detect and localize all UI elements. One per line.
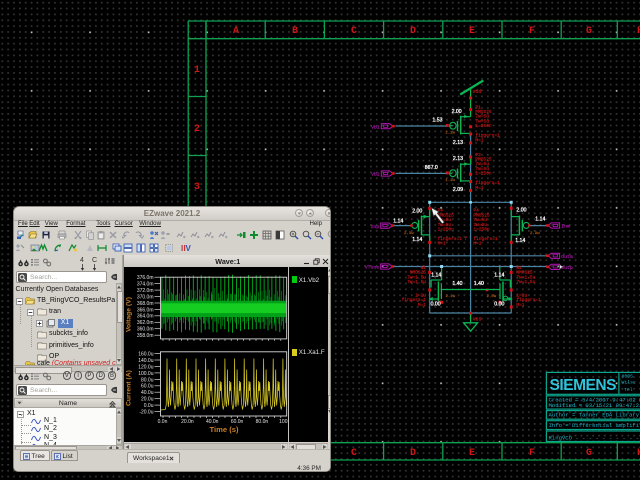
svg-text:364.0m: 364.0m [136, 313, 153, 319]
svg-text:SIEMENS: SIEMENS [550, 377, 617, 394]
svg-text:Time (s): Time (s) [209, 425, 238, 434]
svg-text:8005: 8005 [622, 374, 634, 380]
svg-text:RingVCO - - - - - - - - - -: RingVCO - - - - - - - - - - [549, 434, 640, 441]
svg-text:366.0m: 366.0m [136, 307, 153, 313]
svg-text:140.0u: 140.0u [138, 357, 154, 363]
svg-text:120.0u: 120.0u [138, 364, 154, 370]
svg-text:360.0m: 360.0m [136, 326, 153, 332]
svg-text:Modified = 03/15/21 09:47:2: Modified = 03/15/21 09:47:2 [549, 402, 640, 409]
svg-text:1=250n: 1=250n [438, 226, 455, 232]
svg-text:2.09: 2.09 [453, 187, 463, 193]
svg-text:0.0n: 0.0n [157, 418, 167, 424]
svg-text:D: D [410, 448, 416, 459]
svg-text:1.40: 1.40 [474, 281, 484, 287]
svg-text:E: E [469, 448, 475, 459]
svg-text:1.1w: 1.1w [445, 179, 455, 183]
svg-text:Current (A): Current (A) [125, 370, 132, 406]
svg-text:Info = Differential amplifi: Info = Differential amplifi [549, 422, 640, 429]
svg-text:vdd: vdd [473, 89, 482, 95]
svg-text:M=1: M=1 [438, 241, 446, 247]
svg-text:2.9w: 2.9w [530, 232, 540, 236]
svg-text:1.14: 1.14 [431, 272, 441, 278]
svg-text:358.0m: 358.0m [136, 333, 153, 339]
svg-text:7w=1.5u: 7w=1.5u [407, 279, 426, 285]
svg-text:Outm: Outm [561, 254, 573, 260]
svg-text:G: G [586, 26, 592, 37]
svg-text:1.53: 1.53 [432, 117, 442, 123]
svg-text:2.3w: 2.3w [404, 232, 414, 236]
svg-text:VTune: VTune [365, 265, 380, 271]
svg-text:2.6w: 2.6w [487, 295, 497, 299]
svg-text:100.0u: 100.0u [138, 370, 154, 376]
svg-text:M=1: M=1 [418, 302, 426, 308]
svg-text:3: 3 [194, 182, 200, 193]
svg-text:1: 1 [194, 65, 200, 76]
svg-text:372.0m: 372.0m [136, 288, 153, 294]
svg-text:Vb1: Vb1 [371, 124, 380, 130]
svg-text:2.00: 2.00 [452, 109, 462, 115]
svg-text:V: V [186, 244, 192, 253]
svg-text:40.0n: 40.0n [205, 418, 218, 424]
svg-text:0.00: 0.00 [494, 302, 504, 308]
svg-text:2.00: 2.00 [412, 209, 422, 215]
svg-text:1.1w: 1.1w [445, 132, 455, 136]
svg-text:Vb2: Vb2 [371, 172, 380, 178]
svg-text:2.13: 2.13 [453, 156, 463, 162]
svg-text:2.1w: 2.1w [446, 295, 456, 299]
svg-text:Outp: Outp [561, 265, 573, 271]
svg-text:M=1: M=1 [475, 185, 483, 191]
svg-text:1=250n: 1=250n [475, 123, 492, 129]
svg-text:60.0u: 60.0u [140, 383, 153, 389]
svg-text:-20.0u: -20.0u [139, 409, 153, 415]
svg-text:7w=1.5u: 7w=1.5u [516, 279, 535, 285]
svg-text:M=1: M=1 [473, 241, 481, 247]
svg-text:F: F [529, 26, 535, 37]
svg-text:M=1: M=1 [475, 137, 483, 143]
svg-text:100.0n: 100.0n [279, 418, 288, 424]
svg-text:1.14: 1.14 [515, 238, 525, 244]
svg-text:G: G [586, 448, 592, 459]
svg-text:1.14: 1.14 [494, 272, 504, 278]
svg-text:2: 2 [194, 124, 200, 135]
svg-text:1.14: 1.14 [535, 216, 545, 222]
svg-text:40.0u: 40.0u [140, 390, 153, 396]
svg-text:160.0u: 160.0u [138, 351, 154, 357]
svg-text:370.0m: 370.0m [136, 294, 153, 300]
svg-text:60.0n: 60.0n [230, 418, 243, 424]
svg-text:80.0u: 80.0u [140, 377, 153, 383]
svg-text:Voltage (V): Voltage (V) [125, 297, 132, 332]
svg-text:A: A [233, 26, 239, 37]
svg-text:1.14: 1.14 [393, 218, 403, 224]
svg-text:0.0u: 0.0u [143, 403, 153, 409]
svg-text:374.0m: 374.0m [136, 281, 153, 287]
svg-text:1=250n: 1=250n [475, 171, 492, 177]
svg-text:1=250n: 1=250n [473, 226, 490, 232]
svg-text:vss: vss [473, 316, 482, 322]
svg-text:20.0u: 20.0u [140, 396, 153, 402]
svg-text:376.0m: 376.0m [136, 275, 153, 281]
svg-text:368.0m: 368.0m [136, 300, 153, 306]
svg-text:2.00: 2.00 [516, 208, 526, 214]
svg-text:F: F [529, 448, 535, 459]
svg-text:E: E [469, 26, 475, 37]
svg-text:80.0n: 80.0n [255, 418, 268, 424]
svg-text:Author = Tanner EDA Library: Author = Tanner EDA Library [549, 412, 640, 419]
svg-text:C: C [351, 448, 357, 459]
svg-text:B: B [292, 26, 298, 37]
svg-text:867.0: 867.0 [425, 165, 438, 171]
svg-text:Inm: Inm [561, 224, 570, 230]
svg-text:D: D [410, 26, 416, 37]
svg-text:0.00: 0.00 [431, 302, 441, 308]
svg-text:362.0m: 362.0m [136, 320, 153, 326]
svg-text:1.40: 1.40 [452, 281, 462, 287]
svg-text:M=1: M=1 [516, 302, 524, 308]
svg-text:Wilsc: Wilsc [622, 379, 637, 385]
svg-text:Inp: Inp [371, 224, 380, 230]
svg-text:C: C [351, 26, 357, 37]
svg-text:1.14: 1.14 [412, 237, 422, 243]
svg-text:2.13: 2.13 [453, 140, 463, 146]
svg-text:20.0n: 20.0n [181, 418, 194, 424]
svg-text:Tel: Tel [624, 387, 633, 393]
